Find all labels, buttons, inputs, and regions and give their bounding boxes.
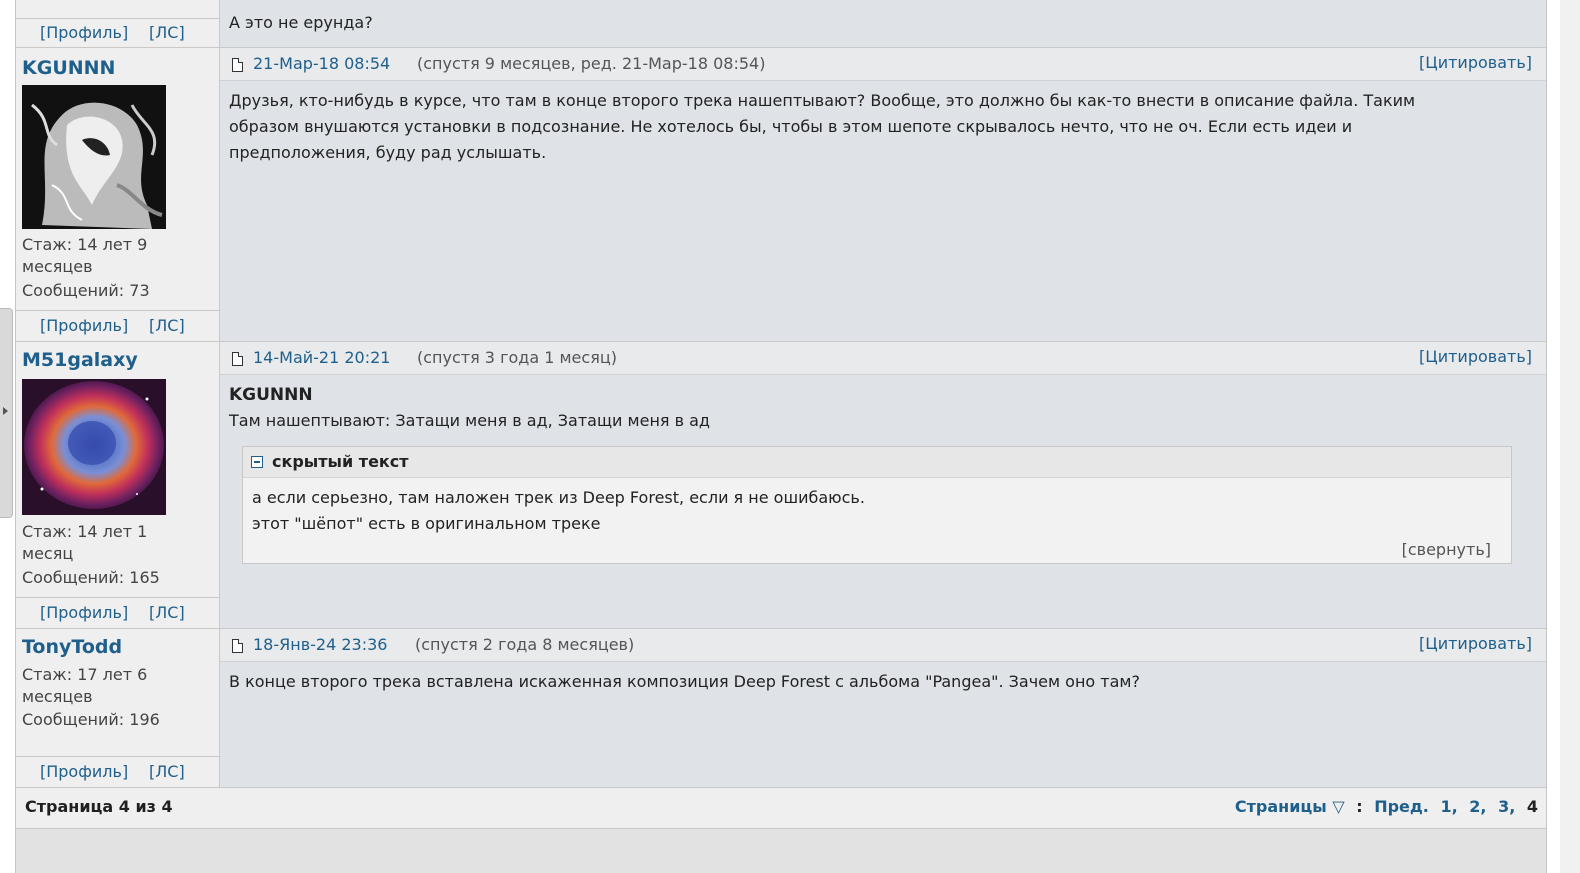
chevron-down-icon: ▽: [1332, 797, 1345, 816]
post-author-panel: M51galaxy Стаж: 14 лет 1 месяц Сообщений…: [16, 342, 220, 628]
forum-thread: [Профиль] [ЛС] А это не ерунда? KGUNNN С…: [15, 0, 1547, 873]
author-tenure: Стаж: 17 лет 6 месяцев: [22, 665, 148, 706]
post-author-panel: [Профиль] [ЛС]: [16, 0, 220, 47]
post-icon: [232, 639, 243, 653]
post-body: Там нашептывают: Затащи меня в ад, Затащ…: [229, 411, 710, 430]
post-content: 14-Май-21 20:21 (спустя 3 года 1 месяц) …: [220, 342, 1546, 628]
post-author-links: [Профиль] [ЛС]: [16, 310, 219, 341]
author-messages: Сообщений: 196: [22, 710, 160, 729]
pm-link[interactable]: [ЛС]: [149, 598, 185, 628]
pm-link[interactable]: [ЛС]: [149, 19, 185, 47]
avatar: [22, 379, 166, 523]
post-body: Друзья, кто-нибудь в курсе, что там в ко…: [229, 91, 1416, 162]
post-date-link[interactable]: 14-Май-21 20:21: [253, 348, 390, 367]
prev-page-link[interactable]: Пред.: [1368, 797, 1429, 816]
spoiler-body: а если серьезно, там наложен трек из Dee…: [252, 488, 865, 533]
post-author-links: [Профиль] [ЛС]: [16, 756, 219, 787]
author-tenure: Стаж: 14 лет 9 месяцев: [22, 235, 148, 276]
post-author-links: [Профиль] [ЛС]: [16, 18, 219, 47]
pager-separator: :: [1356, 797, 1363, 816]
post: KGUNNN Стаж: 14 лет 9 месяцев Сообщений:…: [16, 48, 1546, 342]
post-content: 21-Мар-18 08:54 (спустя 9 месяцев, ред. …: [220, 48, 1546, 341]
post-header: 14-Май-21 20:21 (спустя 3 года 1 месяц) …: [220, 342, 1546, 375]
pagination-bar: Страница 4 из 4 Страницы ▽ : Пред. 1, 2,…: [16, 788, 1546, 829]
pm-link[interactable]: [ЛС]: [149, 757, 185, 787]
post-author-panel: TonyTodd Стаж: 17 лет 6 месяцев Сообщени…: [16, 629, 220, 787]
quote-button[interactable]: [Цитировать]: [1419, 347, 1532, 366]
current-page: 4: [1526, 797, 1538, 816]
pm-link[interactable]: [ЛС]: [149, 311, 185, 341]
post-icon: [232, 352, 243, 366]
profile-link[interactable]: [Профиль]: [40, 757, 128, 787]
post-date-link[interactable]: 18-Янв-24 23:36: [253, 635, 387, 654]
author-nick[interactable]: KGUNNN: [22, 57, 115, 79]
profile-link[interactable]: [Профиль]: [40, 19, 128, 47]
collapse-minus-icon[interactable]: [251, 456, 263, 468]
post-body: В конце второго трека вставлена искаженн…: [229, 672, 1140, 691]
post-content: 18-Янв-24 23:36 (спустя 2 года 8 месяцев…: [220, 629, 1546, 787]
bottom-strip: [16, 829, 1546, 873]
author-tenure: Стаж: 14 лет 1 месяц: [22, 522, 148, 563]
post-header: 18-Янв-24 23:36 (спустя 2 года 8 месяцев…: [220, 629, 1546, 662]
post-icon: [232, 58, 243, 72]
page-link-2[interactable]: 2,: [1463, 797, 1486, 816]
quote-button[interactable]: [Цитировать]: [1419, 53, 1532, 72]
pager: Страницы ▽ : Пред. 1, 2, 3, 4: [1229, 797, 1538, 816]
post-since: (спустя 2 года 8 месяцев): [415, 635, 635, 654]
post: TonyTodd Стаж: 17 лет 6 месяцев Сообщени…: [16, 629, 1546, 788]
post: M51galaxy Стаж: 14 лет 1 месяц Сообщений…: [16, 342, 1546, 629]
avatar: [22, 85, 166, 229]
post-body: А это не ерунда?: [229, 13, 373, 32]
post-author-links: [Профиль] [ЛС]: [16, 597, 219, 628]
post-since: (спустя 3 года 1 месяц): [417, 348, 617, 367]
author-nick[interactable]: TonyTodd: [22, 636, 122, 658]
post-date-link[interactable]: 21-Мар-18 08:54: [253, 54, 390, 73]
post-partial: [Профиль] [ЛС] А это не ерунда?: [16, 0, 1546, 48]
quote-button[interactable]: [Цитировать]: [1419, 634, 1532, 653]
page-link-1[interactable]: 1,: [1434, 797, 1457, 816]
scrollbar[interactable]: [1560, 0, 1580, 873]
collapse-link[interactable]: [свернуть]: [1402, 540, 1491, 559]
spoiler-title[interactable]: скрытый текст: [272, 452, 409, 471]
reply-to-nick: KGUNNN: [229, 385, 313, 405]
spoiler-box: скрытый текст а если серьезно, там налож…: [242, 446, 1512, 564]
profile-link[interactable]: [Профиль]: [40, 598, 128, 628]
author-nick[interactable]: M51galaxy: [22, 349, 138, 371]
profile-link[interactable]: [Профиль]: [40, 311, 128, 341]
author-messages: Сообщений: 165: [22, 568, 160, 587]
page-link-3[interactable]: 3,: [1492, 797, 1515, 816]
pages-dropdown[interactable]: Страницы ▽: [1229, 797, 1345, 816]
spoiler-header[interactable]: скрытый текст: [243, 447, 1511, 478]
author-messages: Сообщений: 73: [22, 281, 150, 300]
post-since: (спустя 9 месяцев, ред. 21-Мар-18 08:54): [417, 54, 766, 73]
page-info: Страница 4 из 4: [25, 797, 173, 816]
post-header: 21-Мар-18 08:54 (спустя 9 месяцев, ред. …: [220, 48, 1546, 81]
post-author-panel: KGUNNN Стаж: 14 лет 9 месяцев Сообщений:…: [16, 48, 220, 341]
post-content: А это не ерунда?: [220, 0, 1546, 47]
side-panel-handle[interactable]: [0, 308, 13, 518]
